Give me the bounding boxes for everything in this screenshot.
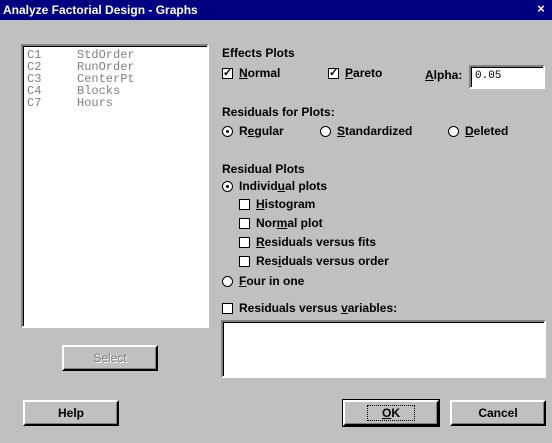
histogram-label: Histogram xyxy=(256,197,316,211)
pareto-label: Pareto xyxy=(345,66,383,80)
radio-regular[interactable] xyxy=(222,125,233,137)
effects-plots-heading: Effects Plots xyxy=(222,46,295,60)
close-icon[interactable]: × xyxy=(533,2,549,16)
histogram-checkbox[interactable]: Histogram xyxy=(239,197,315,211)
window-title: Analyze Factorial Design - Graphs xyxy=(3,3,198,17)
residuals-vs-variables-label: Residuals versus variables: xyxy=(239,301,398,315)
individual-plots-label: Individual plots xyxy=(239,179,328,193)
residual-plots-heading: Residual Plots xyxy=(222,162,305,176)
pareto-checkbox[interactable]: Pareto xyxy=(328,66,382,80)
list-item[interactable]: C7 Hours xyxy=(27,97,203,109)
standardized-label: Standardized xyxy=(337,124,413,138)
normal-plot-label: Normal plot xyxy=(256,216,323,230)
checkbox-histogram[interactable] xyxy=(239,198,250,210)
radio-standardized[interactable] xyxy=(320,125,331,137)
residuals-vs-variables-checkbox[interactable]: Residuals versus variables: xyxy=(222,301,397,315)
checkbox-vs-order[interactable] xyxy=(239,255,250,267)
select-button[interactable]: Select xyxy=(62,345,158,371)
cancel-button[interactable]: Cancel xyxy=(450,400,546,426)
normal-effects-checkbox[interactable]: Normal xyxy=(222,66,280,80)
graphs-dialog: Analyze Factorial Design - Graphs × C1 St… xyxy=(0,0,552,443)
checkbox-normal[interactable] xyxy=(222,66,233,80)
individual-plots-radio[interactable]: Individual plots xyxy=(222,179,327,193)
residuals-vs-fits-checkbox[interactable]: Residuals versus fits xyxy=(239,235,376,249)
help-button[interactable]: Help xyxy=(23,400,119,426)
four-in-one-label: Four in one xyxy=(239,274,305,288)
ok-label: OK xyxy=(366,405,415,421)
residuals-for-plots-heading: Residuals for Plots: xyxy=(222,105,335,119)
regular-radio[interactable]: Regular xyxy=(222,124,284,138)
checkbox-vs-fits[interactable] xyxy=(239,236,250,248)
deleted-label: Deleted xyxy=(465,124,509,138)
normal-effects-label: Normal xyxy=(239,66,281,80)
normal-plot-checkbox[interactable]: Normal plot xyxy=(239,216,323,230)
list-item[interactable]: C4 Blocks xyxy=(27,85,203,97)
regular-label: Regular xyxy=(239,124,284,138)
checkbox-pareto[interactable] xyxy=(328,66,339,80)
checkbox-vs-variables[interactable] xyxy=(222,302,233,314)
residuals-vs-order-label: Residuals versus order xyxy=(256,254,389,268)
residuals-vs-order-checkbox[interactable]: Residuals versus order xyxy=(239,254,389,268)
radio-individual[interactable] xyxy=(222,180,233,192)
alpha-label: Alpha: xyxy=(425,68,463,82)
checkbox-normal-plot[interactable] xyxy=(239,217,250,229)
four-in-one-radio[interactable]: Four in one xyxy=(222,274,304,288)
radio-four-in-one[interactable] xyxy=(222,275,233,287)
radio-deleted[interactable] xyxy=(448,125,459,137)
variables-input[interactable] xyxy=(221,320,546,378)
deleted-radio[interactable]: Deleted xyxy=(448,124,508,138)
variable-list[interactable]: C1 StdOrder C2 RunOrder C3 CenterPt C4 Block… xyxy=(21,44,209,328)
alpha-input[interactable]: 0.05 xyxy=(469,65,545,89)
title-bar: Analyze Factorial Design - Graphs × xyxy=(0,0,552,20)
ok-button[interactable]: OK xyxy=(342,399,440,427)
residuals-vs-fits-label: Residuals versus fits xyxy=(256,235,377,249)
standardized-radio[interactable]: Standardized xyxy=(320,124,412,138)
